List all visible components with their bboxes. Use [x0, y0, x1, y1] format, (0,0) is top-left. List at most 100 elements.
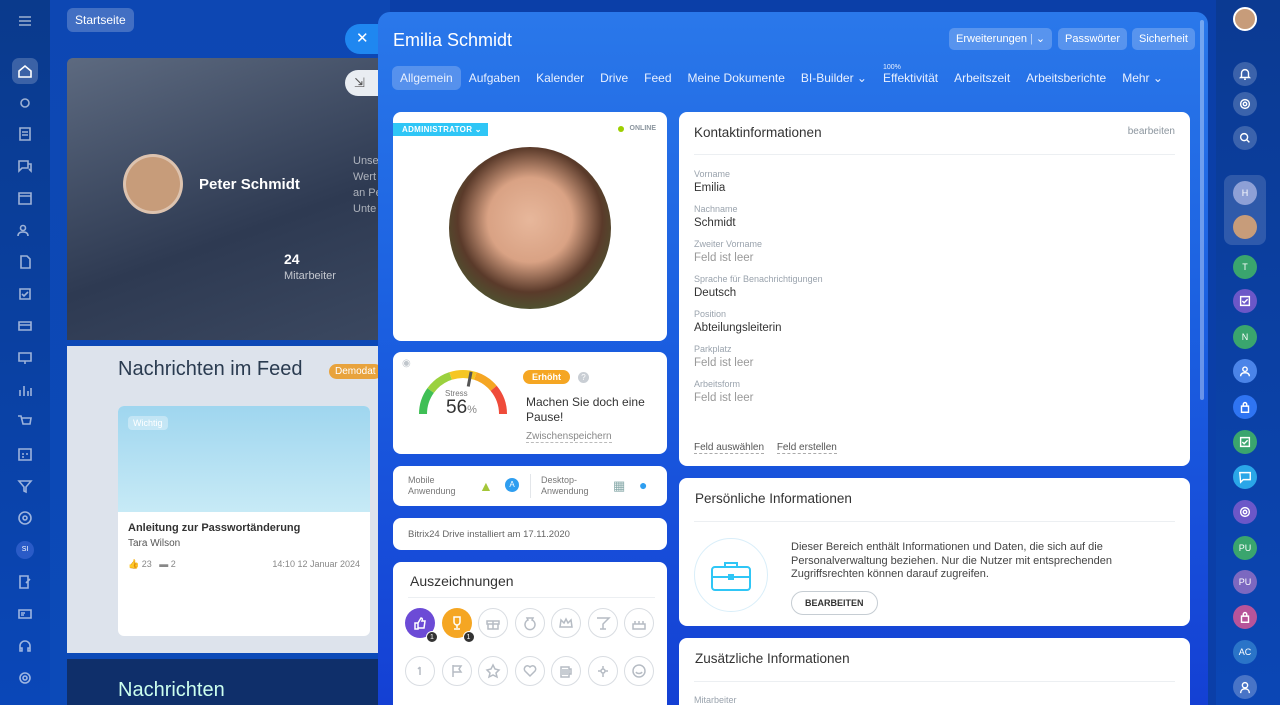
tasks-chat-icon[interactable]	[1233, 289, 1257, 313]
minimize-icon[interactable]: ⇲	[345, 70, 381, 96]
field-value[interactable]: Feld ist leer	[694, 392, 823, 404]
field-value[interactable]: Abteilungsleiterin	[694, 322, 823, 334]
tab-1[interactable]: Aufgaben	[461, 66, 528, 90]
settings-icon[interactable]	[12, 665, 38, 691]
card-icon[interactable]	[12, 313, 38, 339]
heart-icon[interactable]	[514, 656, 545, 686]
android-icon[interactable]: ▲	[479, 478, 493, 494]
field-value[interactable]: Deutsch	[694, 287, 823, 299]
chat-n[interactable]: N	[1233, 325, 1257, 349]
tab-2[interactable]: Kalender	[528, 66, 592, 90]
lock-chat-icon[interactable]	[1233, 605, 1257, 629]
edit-personal-button[interactable]: BEARBEITEN	[791, 591, 878, 615]
field-value[interactable]: Emilia	[694, 182, 823, 194]
user-avatar[interactable]	[1233, 7, 1257, 31]
chat-h[interactable]: H	[1233, 181, 1257, 205]
apple-icon[interactable]: ●	[639, 477, 647, 493]
cocktail-icon[interactable]	[587, 608, 618, 638]
avatar-si-icon[interactable]: SI	[12, 537, 38, 563]
file-icon[interactable]	[12, 249, 38, 275]
flag-icon[interactable]	[441, 656, 472, 686]
feed-card: Nachrichten im Feed Demodat Wichtig Anle…	[67, 346, 387, 653]
chat-avatar[interactable]	[1233, 215, 1257, 239]
post-author[interactable]: Tara Wilson	[118, 538, 370, 549]
feed-post[interactable]: Wichtig Anleitung zur Passwortänderung T…	[118, 406, 370, 636]
schedule-icon[interactable]	[12, 441, 38, 467]
close-icon[interactable]: ✕	[345, 24, 381, 54]
bell-icon[interactable]	[1233, 62, 1257, 86]
tab-4[interactable]: Feed	[636, 66, 679, 90]
calendar-icon[interactable]	[12, 185, 38, 211]
number-one-icon[interactable]	[405, 656, 435, 686]
tab-8[interactable]: Arbeitszeit	[946, 66, 1018, 90]
post-title[interactable]: Anleitung zur Passwortänderung	[118, 512, 370, 538]
chat-t[interactable]: T	[1233, 255, 1257, 279]
tasks-icon[interactable]	[12, 281, 38, 307]
thumbs-up-icon[interactable]: 1	[405, 608, 438, 643]
support-icon[interactable]	[1233, 675, 1257, 699]
passwords-button[interactable]: Passwörter	[1058, 28, 1128, 50]
target-chat-icon[interactable]	[1233, 500, 1257, 524]
divider	[694, 681, 1175, 682]
trophy-icon[interactable]: 1	[441, 608, 475, 643]
eye-icon[interactable]: ◉	[402, 358, 411, 369]
chat-pu-1[interactable]: PU	[1233, 536, 1257, 560]
profile-photo[interactable]	[449, 147, 611, 309]
presentation-icon[interactable]	[12, 345, 38, 371]
appstore-icon[interactable]: A	[505, 478, 519, 492]
create-field-link[interactable]: Feld erstellen	[776, 442, 837, 454]
comment-icon: ▬	[159, 559, 169, 569]
crown-icon[interactable]	[551, 608, 581, 638]
smile-icon[interactable]	[624, 656, 654, 686]
message-icon[interactable]	[1233, 465, 1257, 489]
tab-7[interactable]: Effektivität 100%	[875, 64, 946, 90]
scrollbar[interactable]	[1200, 20, 1204, 400]
demo-badge: Demodat	[329, 364, 382, 379]
tab-10[interactable]: Mehr ⌄	[1114, 66, 1171, 90]
cart-icon[interactable]	[12, 409, 38, 435]
lock-icon[interactable]	[1233, 395, 1257, 419]
edit-document-icon[interactable]	[12, 569, 38, 595]
tab-3[interactable]: Drive	[592, 66, 636, 90]
field-value[interactable]: Schmidt	[694, 217, 823, 229]
headset-icon[interactable]	[12, 633, 38, 659]
select-field-link[interactable]: Feld auswählen	[694, 442, 765, 454]
cake-icon[interactable]	[624, 608, 654, 638]
users-icon[interactable]	[12, 217, 38, 243]
gift-icon[interactable]	[478, 608, 508, 638]
tab-6[interactable]: BI-Builder ⌄	[793, 66, 875, 90]
field-value[interactable]: Feld ist leer	[694, 357, 823, 369]
left-navigation: SI	[0, 0, 50, 705]
document-icon[interactable]	[12, 121, 38, 147]
field-value[interactable]: Feld ist leer	[694, 252, 823, 264]
id-card-icon[interactable]	[12, 601, 38, 627]
windows-icon[interactable]: ▦	[613, 478, 625, 494]
search-chat-icon[interactable]	[1233, 126, 1257, 150]
filter-icon[interactable]	[12, 473, 38, 499]
tab-9[interactable]: Arbeitsberichte	[1018, 66, 1114, 90]
chart-icon[interactable]	[12, 377, 38, 403]
help-icon[interactable]: ?	[578, 372, 589, 383]
target-icon[interactable]	[12, 505, 38, 531]
save-link[interactable]: Zwischenspeichern	[526, 431, 612, 443]
check-chat-icon[interactable]	[1233, 430, 1257, 454]
edit-link[interactable]: bearbeiten	[1128, 126, 1175, 137]
flower-icon[interactable]	[587, 656, 618, 686]
money-bag-icon[interactable]	[514, 608, 545, 638]
home-button[interactable]: Startseite	[67, 8, 134, 32]
security-button[interactable]: Sicherheit	[1132, 28, 1195, 50]
beer-icon[interactable]	[551, 656, 581, 686]
star-icon[interactable]	[478, 656, 508, 686]
extensions-button[interactable]: Erweiterungen | ⌄	[949, 28, 1053, 50]
tab-0[interactable]: Allgemein	[392, 66, 461, 90]
drive-card: Bitrix24 Drive installiert am 17.11.2020	[393, 518, 667, 550]
chat-ac[interactable]: AC	[1233, 640, 1257, 664]
chat-pu-2[interactable]: PU	[1233, 570, 1257, 594]
chat-icon[interactable]	[12, 153, 38, 179]
group-icon[interactable]	[1233, 359, 1257, 383]
menu-icon[interactable]	[12, 8, 38, 34]
tab-5[interactable]: Meine Dokumente	[680, 66, 793, 90]
gear-icon[interactable]	[12, 90, 38, 116]
copilot-icon[interactable]	[1233, 92, 1257, 116]
home-icon[interactable]	[12, 58, 38, 84]
